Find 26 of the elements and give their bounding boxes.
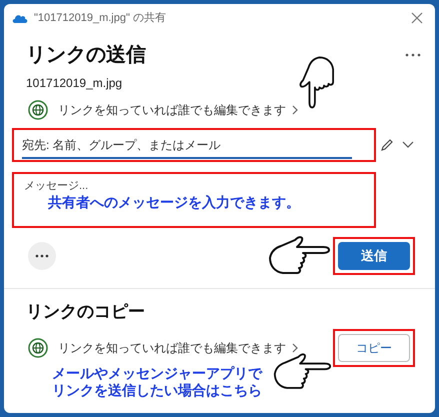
more-options-button[interactable] <box>405 53 421 57</box>
recipient-field[interactable]: 宛先: 名前、グループ、またはメール <box>22 133 352 159</box>
window-title: "101712019_m.jpg" の共有 <box>34 10 166 26</box>
link-permission-link[interactable]: リンクを知っていれば誰でも編集できます <box>28 100 298 120</box>
pencil-icon <box>380 138 394 152</box>
chevron-down-icon <box>402 141 414 149</box>
copy-button[interactable]: コピー <box>338 334 410 362</box>
section-heading: リンクの送信 <box>26 43 146 68</box>
annotation-text: 共有者へのメッセージを入力できます。 <box>48 194 300 212</box>
globe-icon <box>28 100 48 120</box>
close-icon <box>411 12 423 24</box>
file-name: 101712019_m.jpg <box>25 75 124 92</box>
annotation-text: リンクを送信したい場合はこちら <box>52 382 262 400</box>
annotation-text: メールやメッセンジャーアプリで <box>52 364 262 382</box>
more-options-button[interactable] <box>28 242 56 270</box>
chevron-right-icon <box>292 342 298 352</box>
chevron-right-icon <box>292 105 298 115</box>
pointing-hand-icon <box>272 352 332 390</box>
send-button[interactable]: 送信 <box>338 242 410 270</box>
link-permission-link[interactable]: リンクを知っていれば誰でも編集できます <box>28 338 298 358</box>
more-icon <box>405 53 421 57</box>
pointing-hand-icon <box>267 236 331 276</box>
more-icon <box>35 254 49 258</box>
section-heading: リンクのコピー <box>25 301 146 323</box>
globe-icon <box>28 338 48 358</box>
cloud-icon <box>12 13 28 23</box>
